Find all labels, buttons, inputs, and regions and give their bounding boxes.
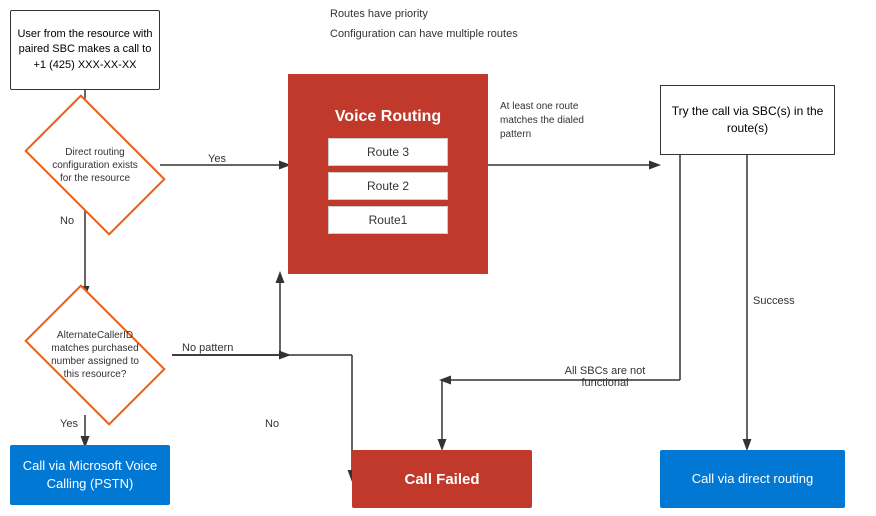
blue-box-direct-routing: Call via direct routing xyxy=(660,450,845,508)
voice-routing-box: Voice Routing Route 3 Route 2 Route1 xyxy=(288,74,488,274)
diamond2-wrap: AlternateCallerID matches purchased numb… xyxy=(20,295,170,415)
yes-label-1: Yes xyxy=(208,153,226,165)
route-1: Route1 xyxy=(328,206,448,234)
try-call-box: Try the call via SBC(s) in the route(s) xyxy=(660,85,835,155)
all-sbcs-label: All SBCs are not functional xyxy=(550,365,660,389)
voice-routing-title: Voice Routing xyxy=(335,108,441,126)
route-3: Route 3 xyxy=(328,138,448,166)
call-failed-text: Call Failed xyxy=(404,471,479,488)
route-match-note: At least one route matches the dialed pa… xyxy=(500,100,610,142)
blue-box-2-text: Call via direct routing xyxy=(692,470,813,488)
note-line-2: Configuration can have multiple routes xyxy=(330,25,518,45)
route-2: Route 2 xyxy=(328,172,448,200)
no-label-1: No xyxy=(60,215,74,227)
blue-box-microsoft: Call via Microsoft Voice Calling (PSTN) xyxy=(10,445,170,505)
start-note: User from the resource with paired SBC m… xyxy=(10,10,160,90)
blue-box-1-text: Call via Microsoft Voice Calling (PSTN) xyxy=(20,457,160,493)
note-lines: Routes have priority Configuration can h… xyxy=(330,5,518,45)
try-call-text: Try the call via SBC(s) in the route(s) xyxy=(669,103,826,137)
success-label: Success xyxy=(753,295,795,307)
diamond1-text: Direct routing configuration exists for … xyxy=(48,146,143,185)
no-pattern-label: No pattern xyxy=(182,342,233,354)
diagram: User from the resource with paired SBC m… xyxy=(0,0,876,516)
diamond2-text: AlternateCallerID matches purchased numb… xyxy=(48,329,143,381)
yes-label-2: Yes xyxy=(60,418,78,430)
note-line-1: Routes have priority xyxy=(330,5,518,25)
no-label-2: No xyxy=(265,418,279,430)
start-note-text: User from the resource with paired SBC m… xyxy=(17,27,153,73)
call-failed-box: Call Failed xyxy=(352,450,532,508)
diamond1-wrap: Direct routing configuration exists for … xyxy=(20,115,170,215)
